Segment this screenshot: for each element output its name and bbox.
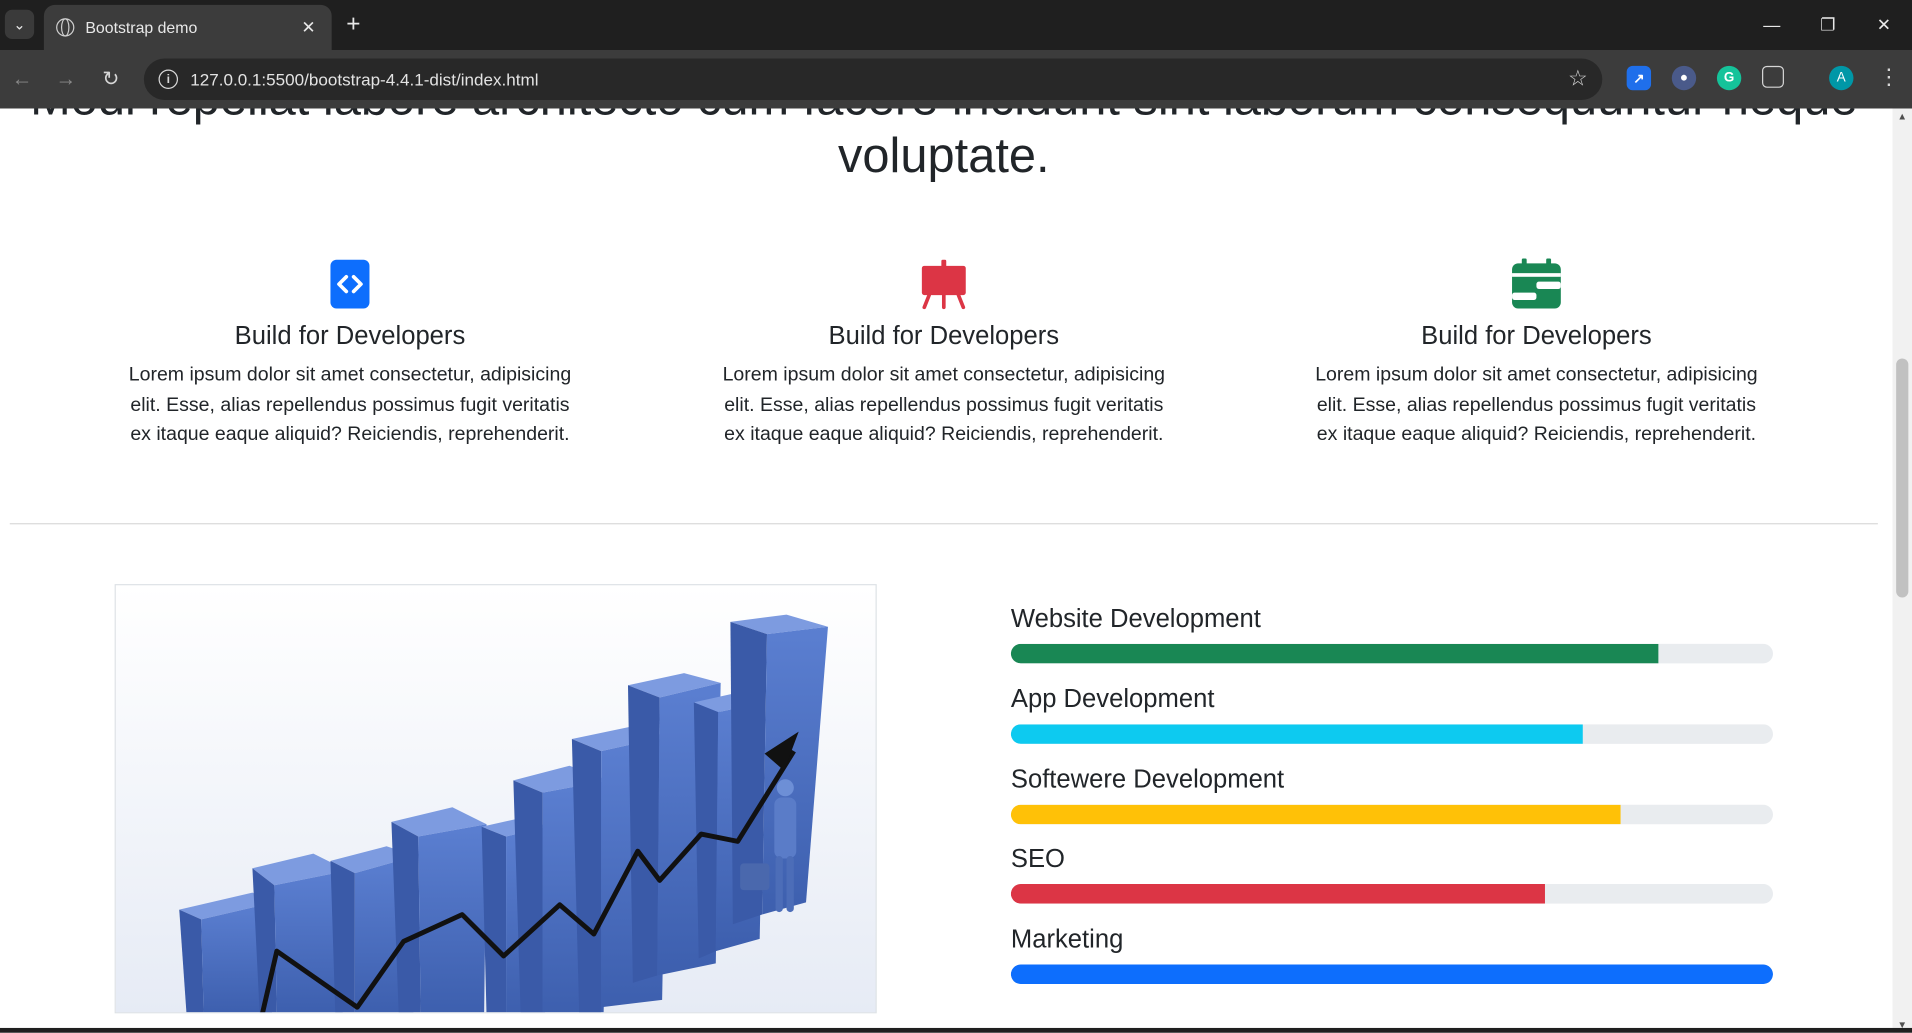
skill-progress: Marketing [1010, 925, 1773, 985]
browser-window: ⌄ Bootstrap demo ✕ + — ❐ ✕ ← → ↻ i 127.0… [0, 0, 1912, 1033]
tab-strip: ⌄ Bootstrap demo ✕ + — ❐ ✕ [0, 0, 1912, 50]
skill-label: App Development [1010, 685, 1215, 714]
address-bar[interactable]: i 127.0.0.1:5500/bootstrap-4.4.1-dist/in… [143, 58, 1603, 100]
feature-title: Build for Developers [828, 321, 1060, 350]
skill-progress: App Development [1010, 685, 1773, 744]
minimize-icon[interactable]: — [1744, 0, 1800, 49]
site-info-icon[interactable]: i [158, 69, 179, 90]
progress-track [1010, 884, 1773, 904]
progress-fill [1010, 724, 1583, 744]
progress-track [1010, 964, 1773, 985]
profile-avatar[interactable]: A [1829, 65, 1854, 91]
reload-icon[interactable]: ↻ [96, 65, 125, 94]
progress-track [1010, 724, 1773, 744]
forward-arrow-icon[interactable]: → [51, 65, 80, 94]
url-text[interactable]: 127.0.0.1:5500/bootstrap-4.4.1-dist/inde… [190, 70, 538, 90]
tab-title: Bootstrap demo [85, 18, 198, 37]
progress-track [1010, 643, 1773, 664]
feature-card: Build for Developers Lorem ipsum dolor s… [118, 259, 581, 451]
skill-progress: SEO [1010, 845, 1773, 904]
skill-progress: Website Development [1010, 604, 1773, 664]
feature-card: Build for Developers Lorem ipsum dolor s… [712, 259, 1175, 451]
calendar-range-icon [1512, 258, 1561, 309]
feature-text: Lorem ipsum dolor sit amet consectetur, … [128, 364, 572, 446]
feature-title: Build for Developers [1421, 321, 1652, 350]
scroll-up-arrow-icon[interactable]: ▲ [1892, 111, 1912, 122]
window-bottom-edge [0, 1027, 1912, 1033]
back-arrow-icon[interactable]: ← [7, 65, 36, 94]
growth-chart-image [114, 584, 877, 1014]
skill-label: SEO [1010, 845, 1065, 874]
feature-card: Build for Developers Lorem ipsum dolor s… [1305, 258, 1768, 451]
close-window-icon[interactable]: ✕ [1856, 0, 1912, 49]
new-tab-icon[interactable]: + [346, 11, 360, 38]
globe-icon [56, 18, 75, 37]
progress-fill [1010, 643, 1659, 664]
feature-text: Lorem ipsum dolor sit amet consectetur, … [722, 364, 1166, 446]
progress-fill [1010, 804, 1621, 825]
extension-shield-icon[interactable]: ● [1671, 65, 1697, 91]
restore-icon[interactable]: ❐ [1800, 0, 1856, 49]
easel-icon [921, 259, 966, 310]
extension-arrow-icon[interactable]: ↗ [1626, 65, 1652, 91]
tab-search-icon[interactable]: ⌄ [4, 9, 35, 40]
progress-fill [1010, 884, 1545, 904]
browser-tab[interactable]: Bootstrap demo ✕ [43, 4, 332, 50]
feature-title: Build for Developers [234, 321, 466, 350]
code-square-icon [330, 259, 370, 309]
bar-growth-illustration [115, 585, 876, 1013]
progress-track [1010, 804, 1773, 825]
skill-progress: Softewere Development [1010, 765, 1773, 825]
lead-text-line-1: Modi repellat labore architecto cum face… [0, 109, 1888, 127]
window-controls: — ❐ ✕ [1744, 0, 1912, 49]
skill-label: Marketing [1010, 925, 1124, 954]
page-viewport: Modi repellat labore architecto cum face… [0, 108, 1912, 1033]
grammarly-icon[interactable]: G [1716, 65, 1742, 91]
page-scrollbar[interactable]: ▲ ▼ [1892, 108, 1912, 1033]
extensions-puzzle-icon[interactable] [1762, 65, 1784, 88]
skill-label: Softewere Development [1010, 765, 1285, 794]
progress-fill [1010, 964, 1773, 985]
scrollbar-thumb[interactable] [1896, 358, 1909, 598]
close-tab-icon[interactable]: ✕ [298, 17, 320, 38]
browser-toolbar: ← → ↻ i 127.0.0.1:5500/bootstrap-4.4.1-d… [0, 49, 1912, 109]
bookmark-star-icon[interactable]: ☆ [1568, 66, 1588, 92]
kebab-menu-icon[interactable]: ⋮ [1878, 65, 1900, 91]
section-divider [9, 523, 1878, 525]
lead-text-line-2: voluptate. [838, 129, 1050, 183]
feature-text: Lorem ipsum dolor sit amet consectetur, … [1315, 364, 1758, 446]
skill-label: Website Development [1010, 604, 1261, 633]
